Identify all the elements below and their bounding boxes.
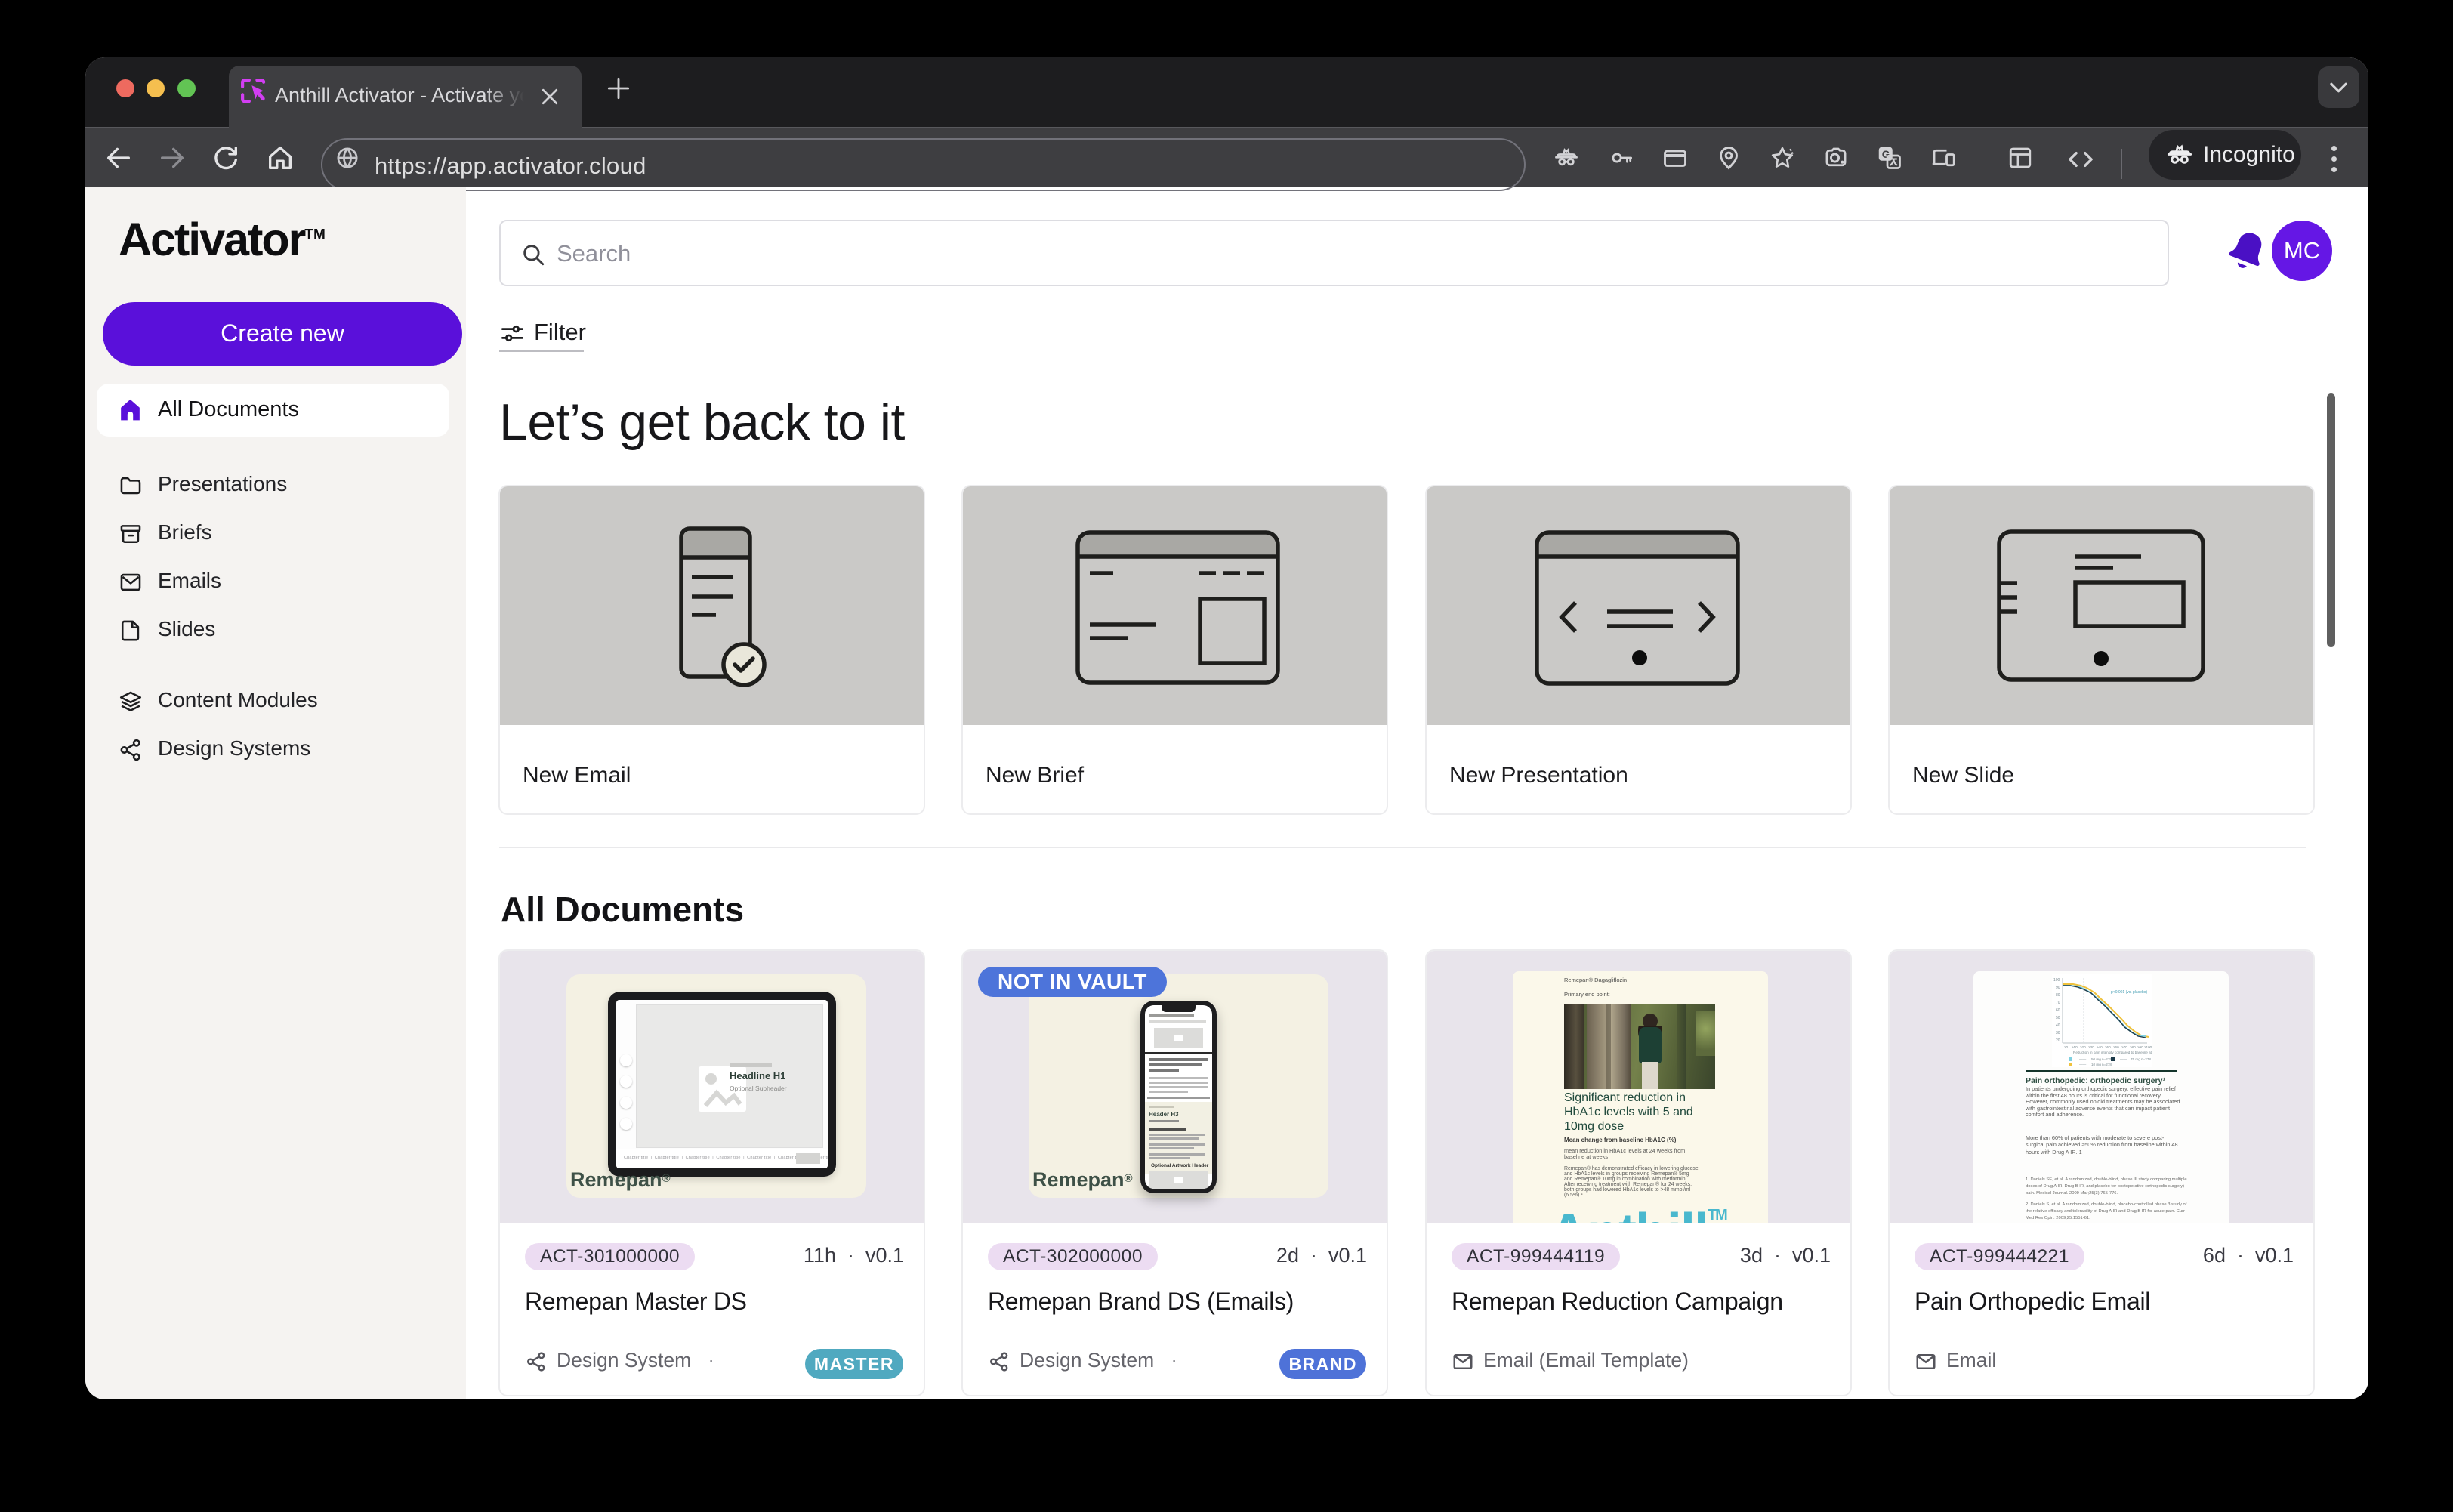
svg-text:≥70: ≥70 <box>2121 1045 2127 1049</box>
svg-text:——: —— <box>2079 1057 2087 1061</box>
svg-text:70: 70 <box>2056 1001 2060 1005</box>
svg-text:≥50: ≥50 <box>2105 1045 2111 1049</box>
svg-text:p<0.001 (vs. placebo): p<0.001 (vs. placebo) <box>2111 990 2148 995</box>
svg-text:≥20: ≥20 <box>2080 1045 2086 1049</box>
svg-text:10 mg n=278: 10 mg n=278 <box>2091 1063 2112 1066</box>
svg-text:90: 90 <box>2056 986 2060 990</box>
svg-text:60: 60 <box>2056 1008 2060 1013</box>
svg-text:——: —— <box>2079 1063 2087 1066</box>
svg-text:30: 30 <box>2056 1031 2060 1035</box>
svg-text:40: 40 <box>2056 1023 2060 1028</box>
svg-text:≥0: ≥0 <box>2064 1045 2069 1049</box>
svg-text:50: 50 <box>2056 1016 2060 1020</box>
svg-text:——: —— <box>2120 1057 2127 1061</box>
svg-text:≥100: ≥100 <box>2144 1045 2152 1049</box>
svg-text:≥30: ≥30 <box>2088 1045 2094 1049</box>
svg-text:≥10: ≥10 <box>2072 1045 2078 1049</box>
svg-text:≥80: ≥80 <box>2130 1045 2136 1049</box>
svg-text:80: 80 <box>2056 993 2060 998</box>
svg-text:≥60: ≥60 <box>2113 1045 2119 1049</box>
svg-text:50 mg n=275: 50 mg n=275 <box>2091 1057 2112 1061</box>
svg-text:Reduction in pain intensity co: Reduction in pain intensity compared to … <box>2073 1051 2152 1054</box>
svg-text:100: 100 <box>2053 978 2060 983</box>
svg-text:20: 20 <box>2056 1038 2060 1043</box>
svg-text:G: G <box>1882 149 1890 160</box>
svg-text:≥90: ≥90 <box>2137 1045 2143 1049</box>
svg-text:≥40: ≥40 <box>2097 1045 2103 1049</box>
svg-text:75 mg n=278: 75 mg n=278 <box>2131 1057 2151 1061</box>
